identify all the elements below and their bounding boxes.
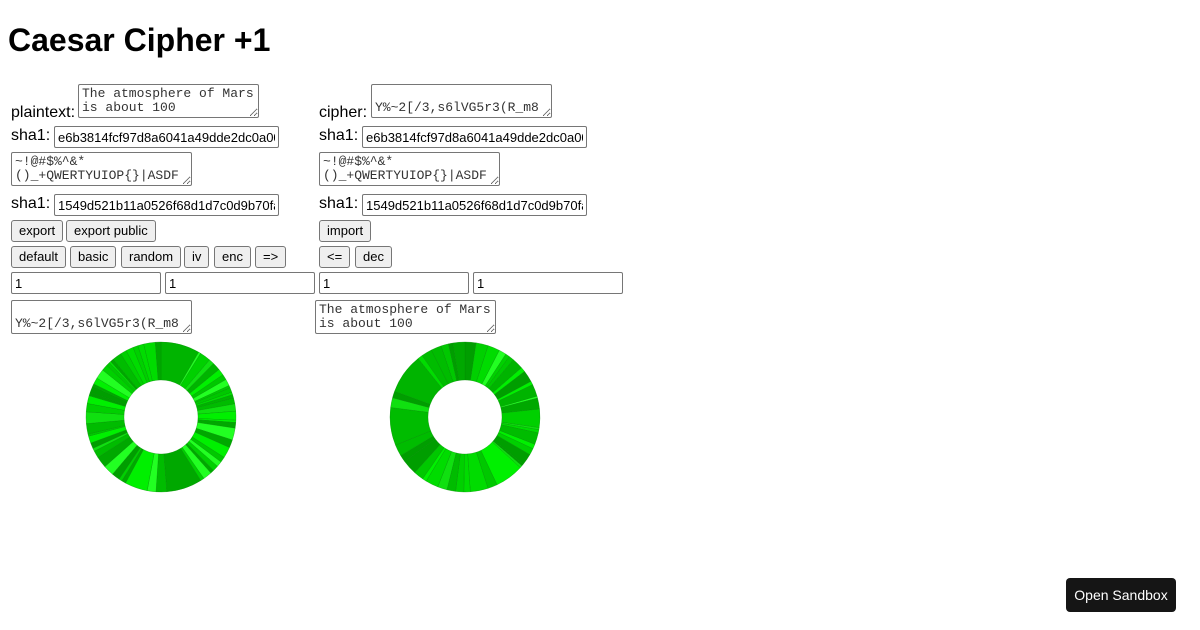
offset-input[interactable] — [165, 272, 315, 294]
alphabet-sha1-field[interactable] — [54, 194, 279, 216]
cipher-offset-input[interactable] — [473, 272, 623, 294]
export-public-button[interactable]: export public — [66, 220, 156, 242]
cipher-label: cipher: — [319, 104, 368, 121]
random-button[interactable]: random — [121, 246, 182, 268]
import-button[interactable]: import — [319, 220, 372, 242]
cipher-alphabet-sha1-field[interactable] — [362, 194, 587, 216]
enc-button[interactable]: enc — [214, 246, 251, 268]
plaintext-textarea[interactable]: The atmosphere of Mars is about 100 — [78, 84, 259, 118]
alphabet-textarea[interactable]: ~!@#$%^&*()_+QWERTYUIOP{}|ASDF — [11, 152, 192, 186]
cipher-sha1-label: sha1: — [319, 127, 359, 144]
export-button[interactable]: export — [11, 220, 64, 242]
shift-input[interactable] — [11, 272, 161, 294]
plaintext-sha1-field[interactable] — [54, 126, 279, 148]
sha1-label: sha1: — [11, 127, 51, 144]
cipher-alphabet-sha1-label: sha1: — [319, 195, 359, 212]
plaintext-frequency-donut — [85, 341, 237, 493]
plaintext-label: plaintext: — [11, 104, 76, 121]
plaintext-output-textarea[interactable]: The atmosphere of Mars is about 100 — [315, 300, 496, 334]
cipher-sha1-field[interactable] — [362, 126, 587, 148]
dec-button[interactable]: dec — [355, 246, 392, 268]
cipher-shift-input[interactable] — [319, 272, 469, 294]
cipher-textarea[interactable]: Y%~2[/3,s6lVG5r3(R_m8 — [371, 84, 552, 118]
encrypt-arrow-button[interactable]: => — [255, 246, 287, 268]
default-button[interactable]: default — [11, 246, 67, 268]
open-sandbox-button[interactable]: Open Sandbox — [1066, 578, 1176, 612]
cipher-alphabet-textarea[interactable]: ~!@#$%^&*()_+QWERTYUIOP{}|ASDF — [319, 152, 500, 186]
basic-button[interactable]: basic — [70, 246, 117, 268]
alphabet-sha1-label: sha1: — [11, 195, 51, 212]
ciphertext-output-textarea[interactable]: Y%~2[/3,s6lVG5r3(R_m8 — [11, 300, 192, 334]
iv-button[interactable]: iv — [184, 246, 210, 268]
page: Caesar Cipher +1 plaintext: The atmosphe… — [0, 0, 1200, 630]
decrypt-arrow-button[interactable]: <= — [319, 246, 351, 268]
page-title: Caesar Cipher +1 — [8, 22, 271, 58]
ciphertext-frequency-donut — [389, 341, 541, 493]
